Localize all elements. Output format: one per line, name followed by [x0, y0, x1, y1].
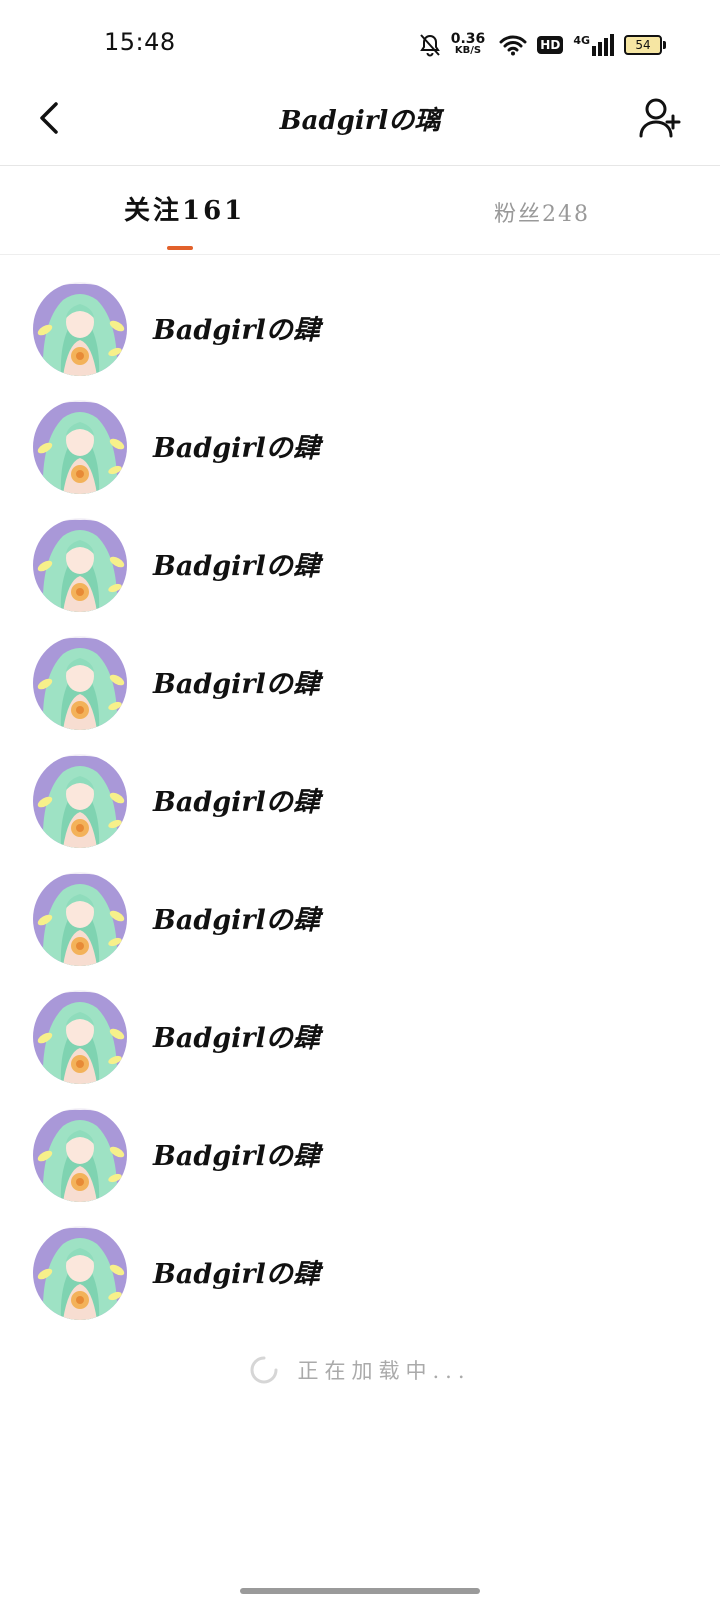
list-item[interactable]: Badgirlの肆: [0, 270, 720, 388]
mute-bell-icon: [419, 34, 440, 57]
username: Badgirlの肆: [153, 905, 320, 936]
tab-following[interactable]: 关注161: [124, 190, 245, 227]
cell-signal-icon: 4G: [573, 34, 614, 56]
avatar[interactable]: [33, 1226, 127, 1320]
avatar[interactable]: [33, 872, 127, 966]
username: Badgirlの肆: [153, 1141, 320, 1172]
loading-spinner-icon: [251, 1356, 278, 1384]
add-user-icon[interactable]: [638, 96, 682, 140]
username: Badgirlの肆: [153, 551, 320, 582]
list-item[interactable]: Badgirlの肆: [0, 860, 720, 978]
loading-text: 正在加载中...: [297, 1359, 471, 1383]
active-tab-indicator: [167, 246, 193, 250]
following-list: Badgirlの肆 Badgirlの肆 Badgirlの肆 Badgirlの肆 …: [0, 270, 720, 1332]
status-icons: 0.36 KB/S HD 4G 54: [419, 30, 666, 60]
net-speed: 0.36 KB/S: [450, 31, 486, 56]
list-item[interactable]: Badgirlの肆: [0, 742, 720, 860]
username: Badgirlの肆: [153, 787, 320, 818]
battery-icon: 54: [624, 35, 666, 55]
page-title: Badgirlの璃: [279, 106, 441, 136]
home-indicator[interactable]: [240, 1588, 480, 1594]
avatar[interactable]: [33, 990, 127, 1084]
avatar[interactable]: [33, 636, 127, 730]
username: Badgirlの肆: [153, 1023, 320, 1054]
username: Badgirlの肆: [153, 315, 320, 346]
username: Badgirlの肆: [153, 669, 320, 700]
avatar[interactable]: [33, 518, 127, 612]
loading-indicator: 正在加载中...: [0, 1355, 720, 1385]
hd-badge: HD: [537, 36, 564, 54]
avatar[interactable]: [33, 400, 127, 494]
avatar[interactable]: [33, 754, 127, 848]
avatar[interactable]: [33, 282, 127, 376]
status-bar: 15:48 0.36 KB/S HD 4G 54: [0, 0, 720, 90]
list-item[interactable]: Badgirlの肆: [0, 1096, 720, 1214]
follow-tabs: 关注161 粉丝248: [0, 166, 720, 255]
username: Badgirlの肆: [153, 433, 320, 464]
tab-followers[interactable]: 粉丝248: [494, 196, 590, 228]
wifi-icon: [499, 35, 527, 56]
list-item[interactable]: Badgirlの肆: [0, 506, 720, 624]
username: Badgirlの肆: [153, 1259, 320, 1290]
list-item[interactable]: Badgirlの肆: [0, 624, 720, 742]
top-app-bar: Badgirlの璃: [0, 90, 720, 166]
list-item[interactable]: Badgirlの肆: [0, 1214, 720, 1332]
status-time: 15:48: [104, 28, 176, 56]
list-item[interactable]: Badgirlの肆: [0, 388, 720, 506]
list-item[interactable]: Badgirlの肆: [0, 978, 720, 1096]
avatar[interactable]: [33, 1108, 127, 1202]
